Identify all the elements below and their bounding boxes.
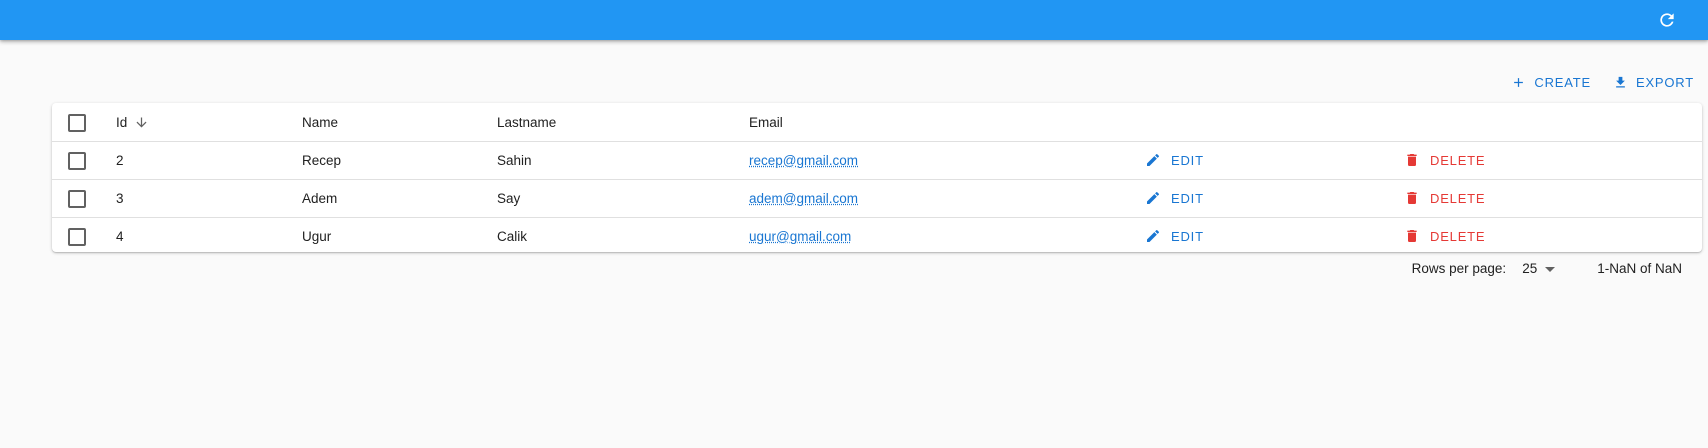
cell-name: Ugur [302, 228, 332, 244]
cell-id: 3 [116, 190, 124, 206]
edit-label: Edit [1171, 228, 1204, 244]
chevron-down-icon [1545, 267, 1556, 272]
column-header-lastname[interactable]: Lastname [497, 103, 556, 141]
cell-lastname: Calik [497, 228, 528, 244]
table-row[interactable]: 3 Adem Say adem@gmail.com Edit Delete [52, 179, 1702, 218]
delete-label: Delete [1430, 228, 1486, 244]
pencil-icon [1147, 229, 1160, 242]
download-icon [1616, 76, 1625, 88]
trash-icon [1407, 192, 1417, 204]
select-all-checkbox[interactable] [68, 114, 86, 132]
cell-name: Adem [302, 190, 338, 206]
delete-button[interactable]: Delete [1404, 152, 1485, 168]
cell-email-link[interactable]: recep@gmail.com [749, 153, 858, 168]
column-header-id[interactable]: Id [116, 103, 149, 141]
row-checkbox[interactable] [68, 152, 86, 170]
pencil-icon [1147, 153, 1160, 166]
arrow-down-icon [136, 117, 147, 127]
edit-button[interactable]: Edit [1145, 228, 1204, 244]
row-checkbox[interactable] [68, 228, 86, 246]
column-header-id-label: Id [116, 114, 128, 130]
pagination-range: 1-NaN of NaN [1597, 260, 1682, 276]
rows-per-page-value: 25 [1522, 260, 1538, 276]
app-bar [0, 0, 1708, 40]
cell-email-link[interactable]: adem@gmail.com [749, 191, 858, 206]
edit-button[interactable]: Edit [1145, 152, 1204, 168]
trash-icon [1407, 154, 1417, 166]
table-header-row: Id Name Lastname Email [52, 103, 1702, 142]
cell-email-link[interactable]: ugur@gmail.com [749, 229, 851, 244]
table-row[interactable]: 4 Ugur Calik ugur@gmail.com Edit Delete [52, 217, 1702, 255]
refresh-button[interactable] [1654, 7, 1680, 33]
create-button[interactable]: Create [1507, 72, 1595, 93]
edit-button[interactable]: Edit [1145, 190, 1204, 206]
cell-id: 4 [116, 228, 124, 244]
rows-per-page-label: Rows per page: [1411, 260, 1507, 276]
column-header-email[interactable]: Email [749, 103, 783, 141]
column-header-name[interactable]: Name [302, 103, 338, 141]
data-table: Id Name Lastname Email 2 Recep Sahin rec… [52, 103, 1702, 252]
edit-label: Edit [1171, 152, 1204, 168]
list-toolbar: Create Export [1507, 72, 1698, 93]
refresh-icon [1660, 13, 1674, 27]
export-label: Export [1635, 75, 1694, 90]
pencil-icon [1147, 191, 1160, 204]
cell-lastname: Sahin [497, 152, 532, 168]
create-label: Create [1534, 75, 1591, 90]
cell-id: 2 [116, 152, 124, 168]
delete-label: Delete [1430, 152, 1486, 168]
export-button[interactable]: Export [1609, 72, 1698, 93]
delete-label: Delete [1430, 190, 1486, 206]
trash-icon [1407, 230, 1417, 242]
edit-label: Edit [1171, 190, 1204, 206]
row-checkbox[interactable] [68, 190, 86, 208]
table-row[interactable]: 2 Recep Sahin recep@gmail.com Edit Delet… [52, 141, 1702, 180]
pagination: Rows per page: 25 1-NaN of NaN [1412, 258, 1682, 278]
cell-name: Recep [302, 152, 342, 168]
delete-button[interactable]: Delete [1404, 228, 1485, 244]
cell-lastname: Say [497, 190, 521, 206]
add-icon [1514, 78, 1524, 87]
delete-button[interactable]: Delete [1404, 190, 1485, 206]
rows-per-page-select[interactable]: 25 [1522, 260, 1556, 276]
